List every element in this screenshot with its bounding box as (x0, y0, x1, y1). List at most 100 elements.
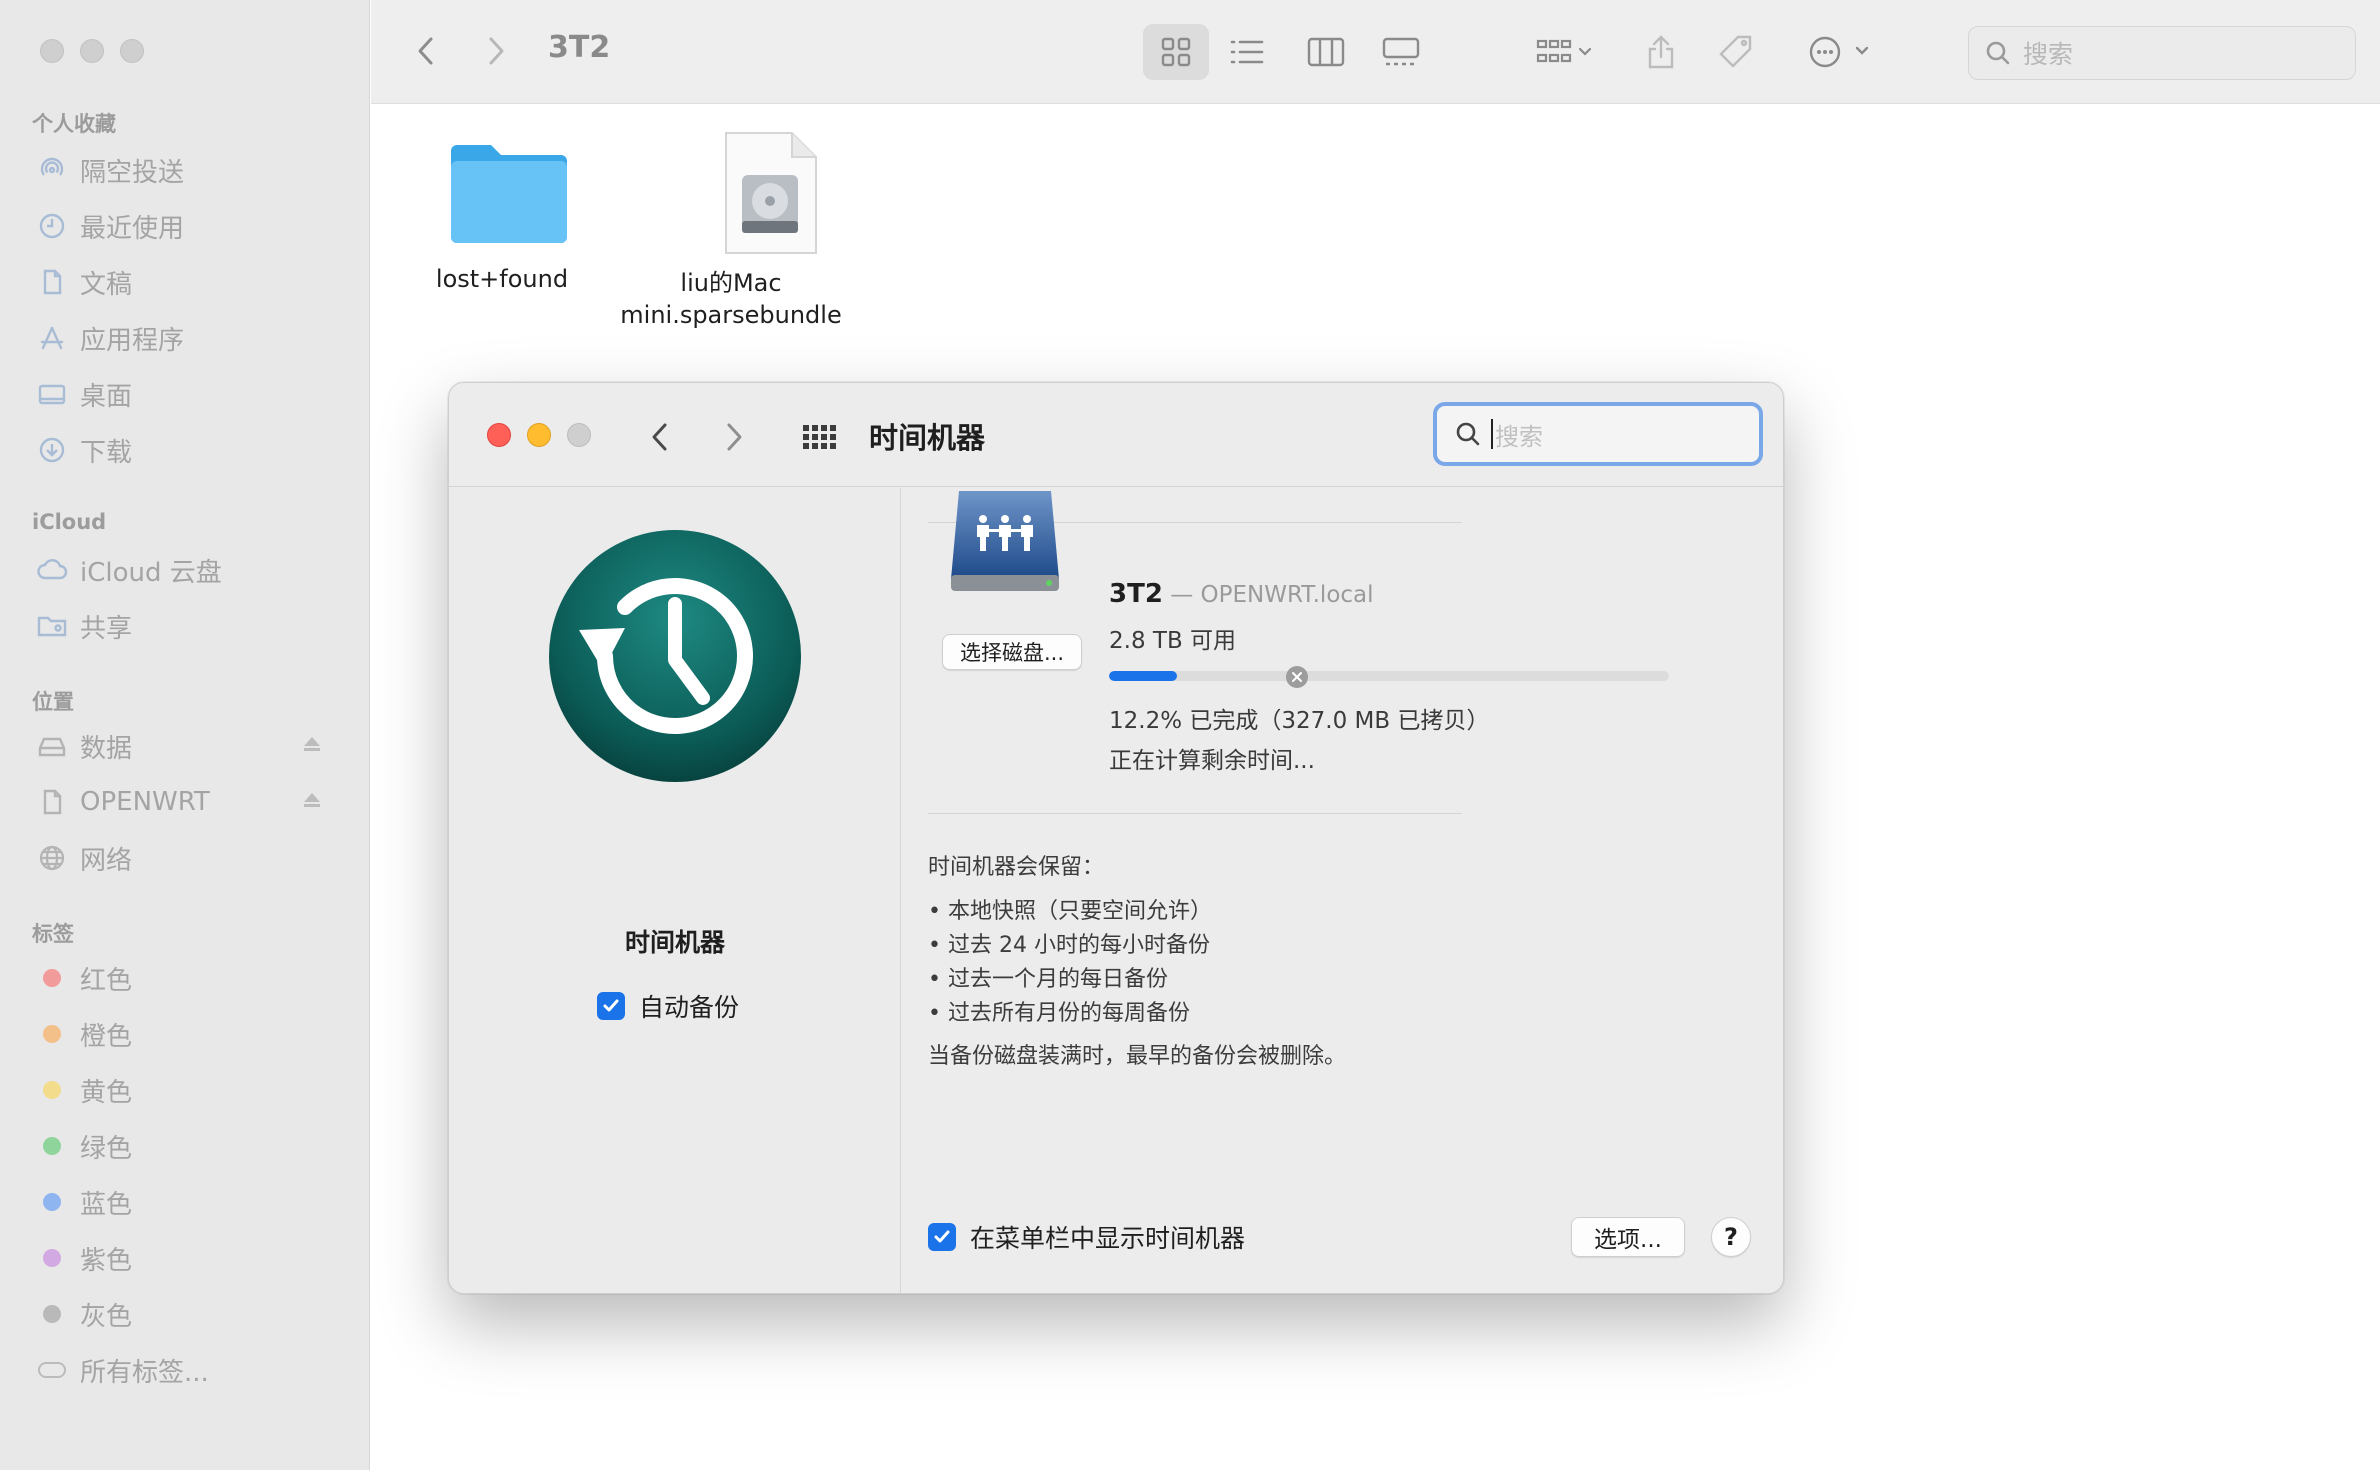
eject-icon[interactable] (300, 788, 324, 816)
sidebar-item-label: 橙色 (80, 1021, 133, 1052)
sidebar-item-openwrt[interactable]: OPENWRT (36, 782, 336, 822)
sidebar-item-shared[interactable]: 共享 (36, 606, 336, 646)
sidebar-item-label: 数据 (80, 733, 133, 764)
text-caret (1491, 419, 1493, 449)
sidebar-tag-orange[interactable]: 橙色 (36, 1014, 336, 1054)
keep-item: • 本地快照（只要空间允许） (928, 899, 1212, 924)
cloud-icon (36, 554, 68, 586)
sidebar-item-label: OPENWRT (80, 787, 210, 817)
forward-button[interactable] (481, 30, 511, 72)
prefs-search-input[interactable]: 搜索 (1433, 402, 1763, 466)
sidebar-item-label: 红色 (80, 965, 133, 996)
share-button[interactable] (1636, 24, 1686, 80)
sidebar-tag-yellow[interactable]: 黄色 (36, 1070, 336, 1110)
sidebar-tag-gray[interactable]: 灰色 (36, 1294, 336, 1334)
file-item-sparsebundle[interactable]: liu的Mac mini.sparsebundle (603, 131, 859, 331)
more-actions-button[interactable] (1801, 24, 1881, 80)
document-icon (36, 786, 68, 818)
tag-icon (1719, 35, 1752, 68)
minimize-button[interactable] (527, 423, 551, 447)
sidebar-section-tags: 标签 (32, 922, 74, 946)
divider (928, 813, 1462, 814)
applications-icon (36, 322, 68, 354)
finder-sidebar: 个人收藏 隔空投送 最近使用 文稿 应用程序 桌面 下载 iCloud iClo… (0, 0, 370, 1470)
view-icons-button[interactable] (1143, 24, 1209, 80)
sidebar-item-data[interactable]: 数据 (36, 726, 336, 766)
prefs-left-pane: 时间机器 自动备份 (449, 488, 901, 1293)
sidebar-item-network[interactable]: 网络 (36, 838, 336, 878)
all-tags-icon (36, 1354, 68, 1386)
minimize-button[interactable] (80, 39, 104, 63)
chevron-right-icon (727, 423, 742, 451)
close-button[interactable] (40, 39, 64, 63)
checkbox-checked-icon (597, 992, 625, 1020)
sidebar-item-documents[interactable]: 文稿 (36, 262, 336, 302)
sidebar-item-desktop[interactable]: 桌面 (36, 374, 336, 414)
zoom-button[interactable] (567, 423, 591, 447)
file-name-line-2: mini.sparsebundle (620, 301, 842, 329)
sidebar-item-label: 隔空投送 (80, 157, 185, 188)
sidebar-item-downloads[interactable]: 下载 (36, 430, 336, 470)
show-in-menubar-label: 在菜单栏中显示时间机器 (970, 1224, 1246, 1253)
keep-item: • 过去 24 小时的每小时备份 (928, 933, 1210, 958)
sidebar-item-label: 共享 (80, 613, 133, 644)
progress-fill (1109, 671, 1178, 681)
tag-dot-icon (43, 1081, 61, 1099)
show-in-menubar-checkbox[interactable]: 在菜单栏中显示时间机器 (928, 1219, 1245, 1255)
search-placeholder: 搜索 (2023, 40, 2074, 69)
ellipsis-circle-icon (1809, 36, 1869, 68)
back-button[interactable] (411, 30, 441, 72)
sidebar-item-label: 网络 (80, 845, 133, 876)
sidebar-tag-all[interactable]: 所有标签... (36, 1350, 336, 1390)
file-item-lost-found[interactable]: lost+found (427, 141, 577, 295)
prefs-titlebar: 时间机器 搜索 (449, 383, 1783, 487)
close-button[interactable] (487, 423, 511, 447)
help-button[interactable]: ? (1711, 1217, 1751, 1257)
sidebar-tag-purple[interactable]: 紫色 (36, 1238, 336, 1278)
zoom-button[interactable] (120, 39, 144, 63)
sidebar-item-icloud-drive[interactable]: iCloud 云盘 (36, 550, 336, 590)
finder-search-field[interactable]: 搜索 (1968, 26, 2356, 80)
sidebar-item-label: 应用程序 (80, 325, 185, 356)
column-view-icon (1307, 37, 1345, 67)
desktop-icon (36, 378, 68, 410)
select-disk-button[interactable]: 选择磁盘... (942, 634, 1082, 670)
search-icon (1456, 422, 1480, 446)
view-list-button[interactable] (1217, 24, 1277, 80)
prefs-forward-button[interactable] (719, 417, 749, 457)
disk-host: — OPENWRT.local (1162, 582, 1374, 608)
backup-progress-bar (1109, 671, 1669, 681)
search-placeholder: 搜索 (1495, 422, 1543, 451)
auto-backup-checkbox[interactable]: 自动备份 (597, 988, 739, 1024)
grid-dots-icon (803, 425, 836, 449)
clock-icon (36, 210, 68, 242)
search-icon (1986, 41, 2010, 65)
gallery-view-icon (1382, 37, 1420, 66)
checkbox-checked-icon (928, 1223, 956, 1251)
sidebar-item-airdrop[interactable]: 隔空投送 (36, 150, 336, 190)
sidebar-item-applications[interactable]: 应用程序 (36, 318, 336, 358)
show-all-button[interactable] (799, 417, 839, 457)
keep-item: • 过去一个月的每日备份 (928, 967, 1168, 992)
sidebar-item-label: 紫色 (80, 1245, 133, 1276)
chevron-left-icon (652, 423, 667, 451)
sidebar-item-recents[interactable]: 最近使用 (36, 206, 336, 246)
app-name: 时间机器 (624, 928, 725, 957)
sidebar-tag-blue[interactable]: 蓝色 (36, 1182, 336, 1222)
tag-dot-icon (43, 969, 61, 987)
view-gallery-button[interactable] (1371, 24, 1431, 80)
cancel-backup-button[interactable] (1286, 666, 1308, 688)
group-button[interactable] (1526, 24, 1606, 80)
sidebar-item-label: 黄色 (80, 1077, 133, 1108)
view-columns-button[interactable] (1296, 24, 1356, 80)
sidebar-item-label: 文稿 (80, 269, 133, 300)
tag-button[interactable] (1711, 24, 1761, 80)
sidebar-tag-green[interactable]: 绿色 (36, 1126, 336, 1166)
prefs-back-button[interactable] (645, 417, 675, 457)
eject-icon[interactable] (300, 732, 324, 760)
tag-dot-icon (43, 1305, 61, 1323)
auto-backup-label: 自动备份 (639, 993, 740, 1022)
options-button[interactable]: 选项... (1571, 1217, 1685, 1257)
sidebar-tag-red[interactable]: 红色 (36, 958, 336, 998)
disk-title: 3T2 — OPENWRT.local (1109, 579, 1374, 609)
